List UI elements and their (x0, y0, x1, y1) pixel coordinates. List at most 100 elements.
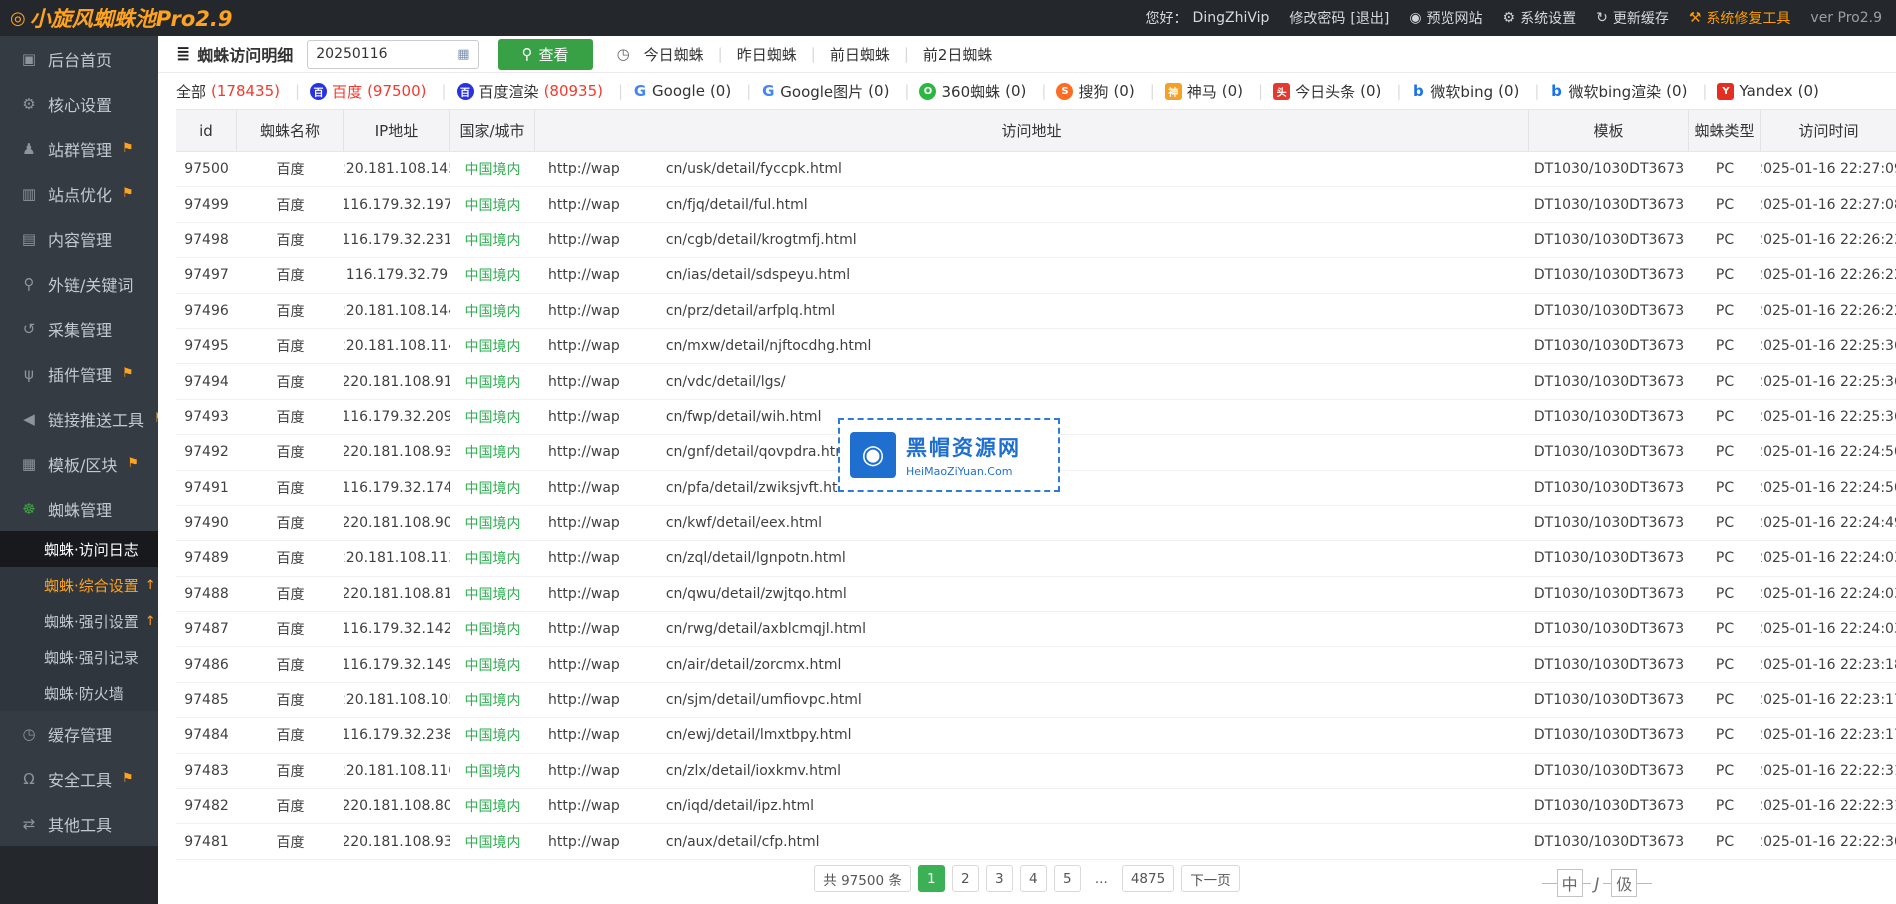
filter-label: Yandex (1739, 82, 1792, 100)
spider-filter[interactable]: b 微软bing (0) | (1411, 81, 1549, 102)
spider-brand-icon: 神 (1165, 83, 1182, 100)
quick-link[interactable]: 前日蜘蛛 (830, 44, 890, 65)
repair-tool-link[interactable]: ⚒ 系统修复工具 (1689, 8, 1791, 28)
sidebar-item[interactable]: ↺ 采集管理 ⚑ (0, 306, 158, 351)
cell-spider: 百度 (237, 754, 344, 788)
cell-time: 2025-01-16 22:23:18 (1761, 647, 1896, 681)
page-button[interactable]: 4 (1020, 865, 1047, 892)
cell-type: PC (1689, 683, 1761, 717)
col-header-time: 访问时间 (1761, 110, 1896, 151)
sidebar-subitem[interactable]: 蜘蛛·访问日志 (0, 531, 158, 567)
sidebar-item[interactable]: ▥ 站点优化 ⚑ (0, 171, 158, 216)
separator: | (1702, 82, 1707, 100)
date-input[interactable] (307, 40, 479, 69)
sidebar-item[interactable]: ♟ 站群管理 ⚑ (0, 126, 158, 171)
refresh-icon: ↻ (1596, 10, 1608, 26)
sidebar-item[interactable]: ▤ 内容管理 ⚑ (0, 216, 158, 261)
page-button[interactable]: 下一页 (1181, 865, 1240, 892)
sidebar-item[interactable]: ▣ 后台首页 ⚑ (0, 36, 158, 81)
spider-filter[interactable]: b 微软bing渲染 (0) | (1549, 81, 1717, 102)
spider-filter[interactable]: Y Yandex (0) | (1717, 82, 1848, 100)
spider-filter[interactable]: 神 神马 (0) | (1165, 81, 1273, 102)
spider-filter[interactable]: 全部 (178435) | (176, 81, 310, 102)
cell-ip: 220.181.108.113 (344, 541, 450, 575)
page-button[interactable]: 4875 (1122, 865, 1174, 892)
sidebar-item-label: 链接推送工具 (48, 407, 144, 431)
quick-link[interactable]: 今日蜘蛛 (644, 44, 704, 65)
cell-region: 中国境内 (450, 223, 535, 257)
cell-type: PC (1689, 647, 1761, 681)
page-button[interactable]: 1 (918, 865, 945, 892)
cell-region: 中国境内 (450, 824, 535, 858)
sidebar-item[interactable]: Ω 安全工具 ⚑ (0, 756, 158, 801)
table-row: 97487 百度 116.179.32.142 中国境内 http://wap … (176, 612, 1896, 647)
table-row: 97489 百度 220.181.108.113 中国境内 http://wap… (176, 541, 1896, 576)
page-button[interactable]: 3 (986, 865, 1013, 892)
page-button[interactable]: ... (1088, 865, 1115, 892)
sidebar-subitem[interactable]: 蜘蛛·综合设置 ↑ (0, 567, 158, 603)
sidebar-item[interactable]: ◷ 缓存管理 ⚑ (0, 711, 158, 756)
page-button[interactable]: 5 (1054, 865, 1081, 892)
cell-template: DT1030/1030DT3673 (1529, 471, 1689, 505)
sidebar-item-label: 蜘蛛管理 (48, 497, 112, 521)
cell-template: DT1030/1030DT3673 (1529, 400, 1689, 434)
app-logo: ◎ 小旋风蜘蛛池Pro2.9 (10, 3, 232, 33)
spider-filter[interactable]: 百 百度渲染 (80935) | (457, 81, 634, 102)
view-button[interactable]: ⚲ 查看 (498, 39, 593, 70)
shuffle-icon: ⇄ (18, 815, 40, 833)
cell-url: http://wap cn/usk/detail/fyccpk.html (535, 152, 1529, 186)
sidebar-item[interactable]: ⚲ 外链/关键词 ⚑ (0, 261, 158, 306)
separator: | (1396, 82, 1401, 100)
filter-label: 百度渲染 (479, 81, 539, 102)
page-button[interactable]: 2 (952, 865, 979, 892)
spider-filter[interactable]: O 360蜘蛛 (0) | (919, 81, 1056, 102)
sidebar-item[interactable]: ⇄ 其他工具 ⚑ (0, 801, 158, 846)
sidebar-subitem[interactable]: 蜘蛛·强引记录 (0, 639, 158, 675)
separator: | (1534, 82, 1539, 100)
spider-filter[interactable]: S 搜狗 (0) | (1056, 81, 1164, 102)
cell-type: PC (1689, 187, 1761, 221)
cell-type: PC (1689, 577, 1761, 611)
sidebar-item[interactable]: ψ 插件管理 ⚑ (0, 351, 158, 396)
separator: | (811, 45, 816, 63)
cell-template: DT1030/1030DT3673 (1529, 683, 1689, 717)
sidebar-item[interactable]: ⚙ 核心设置 ⚑ (0, 81, 158, 126)
quick-link[interactable]: 昨日蜘蛛 (737, 44, 797, 65)
calendar-icon[interactable]: ▦ (457, 47, 469, 62)
cell-ip: 116.179.32.142 (344, 612, 450, 646)
sidebar-item[interactable]: ▦ 模板/区块 ⚑ (0, 441, 158, 486)
sidebar-subitem[interactable]: 蜘蛛·强引设置 ↑ (0, 603, 158, 639)
spider-filter[interactable]: 百 百度 (97500) | (310, 81, 457, 102)
quick-link[interactable]: 前2日蜘蛛 (923, 44, 993, 65)
spider-filter[interactable]: 头 今日头条 (0) | (1273, 81, 1411, 102)
sidebar-item[interactable]: ◀ 链接推送工具 ⚑ (0, 396, 158, 441)
spider-filter[interactable]: G Google (0) | (633, 82, 761, 100)
filter-count: (0) (1360, 82, 1381, 100)
up-arrow-icon: ↑ (145, 614, 156, 629)
filter-count: (0) (1498, 82, 1519, 100)
cell-region: 中国境内 (450, 471, 535, 505)
cell-template: DT1030/1030DT3673 (1529, 718, 1689, 752)
spider-brand-icon: O (919, 83, 936, 100)
plug-icon: ψ (18, 365, 40, 383)
page-button[interactable]: 共 97500 条 (814, 865, 911, 892)
sidebar-item[interactable]: ☸ 蜘蛛管理 ⚑ (0, 486, 158, 531)
spider-filter[interactable]: G Google图片 (0) | (761, 81, 919, 102)
cell-ip: 116.179.32.238 (344, 718, 450, 752)
refresh-cache-link[interactable]: ↻ 更新缓存 (1596, 8, 1669, 28)
cell-ip: 220.181.108.90 (344, 506, 450, 540)
preview-site-link[interactable]: ◉ 预览网站 (1409, 8, 1482, 28)
change-password-link[interactable]: 修改密码 [退出] (1289, 8, 1389, 28)
filter-count: (80935) (544, 82, 603, 100)
floating-ime-widget[interactable]: 中 J 伋 (1542, 865, 1652, 901)
sidebar-subitem[interactable]: 蜘蛛·防火墙 (0, 675, 158, 711)
cell-region: 中国境内 (450, 789, 535, 823)
topbar: ◎ 小旋风蜘蛛池Pro2.9 您好： DingZhiVip 修改密码 [退出] … (0, 0, 1896, 36)
system-settings-link[interactable]: ⚙ 系统设置 (1503, 8, 1577, 28)
cell-url: http://wap cn/rwg/detail/axblcmqjl.html (535, 612, 1529, 646)
sidebar-item-label: 其他工具 (48, 812, 112, 836)
cell-template: DT1030/1030DT3673 (1529, 506, 1689, 540)
table-row: 97482 百度 220.181.108.80 中国境内 http://wap … (176, 789, 1896, 824)
table-body: 97500 百度 220.181.108.145 中国境内 http://wap… (176, 152, 1896, 860)
logout-link[interactable]: [退出] (1350, 8, 1389, 28)
